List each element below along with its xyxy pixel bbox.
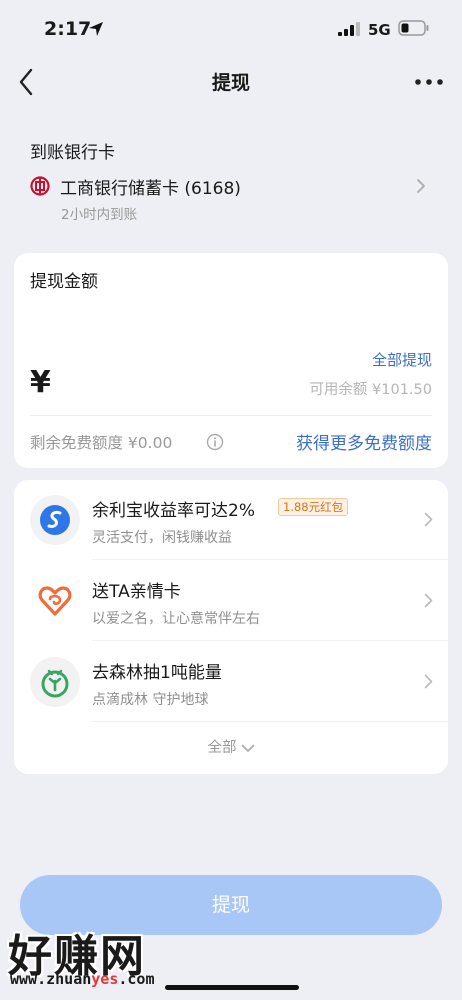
bank-card-selector[interactable]: 到账银行卡 工商银行储蓄卡 (6168) 2小时内到账 — [0, 126, 462, 236]
amount-card: 提现金额 ¥ 全部提现 可用余额 ¥101.50 剩余免费额度 ¥0.00 获得… — [14, 253, 448, 468]
network-label: 5G — [368, 21, 391, 39]
chevron-right-icon — [424, 674, 433, 689]
divider — [92, 559, 448, 560]
available-balance: 可用余额 ¥101.50 — [309, 382, 432, 398]
promo-subtitle: 以爱之名，让心意常伴左右 — [92, 611, 260, 627]
status-time: 2:17 — [44, 18, 92, 40]
chevron-right-icon — [417, 179, 425, 193]
promo-subtitle: 点滴成林 守护地球 — [92, 692, 209, 708]
amount-label: 提现金额 — [30, 272, 98, 292]
promo-badge: 1.88元红包 — [278, 498, 349, 516]
divider — [92, 721, 448, 722]
location-arrow-icon — [89, 22, 103, 36]
watermark-url-highlight: yes — [91, 970, 119, 988]
family-card-icon — [30, 576, 80, 626]
battery-icon — [398, 20, 429, 36]
get-more-free-link[interactable]: 获得更多免费额度 — [296, 429, 432, 454]
home-indicator[interactable] — [165, 985, 299, 990]
forest-icon — [30, 657, 80, 707]
amount-input[interactable]: ¥ — [30, 365, 51, 400]
icbc-logo-icon — [30, 176, 50, 196]
chevron-down-icon — [241, 744, 254, 752]
promo-title: 送TA亲情卡 — [92, 582, 181, 602]
watermark-url-suffix: .com — [118, 970, 155, 988]
show-all-label: 全部 — [207, 740, 237, 756]
more-icon[interactable] — [412, 72, 446, 92]
arrival-time: 2小时内到账 — [61, 207, 138, 223]
watermark-url: www.zhuanyes.com — [10, 970, 155, 988]
show-all-button[interactable]: 全部 — [14, 736, 448, 757]
divider — [30, 415, 432, 416]
promo-subtitle: 灵活支付，闲钱赚收益 — [92, 530, 232, 546]
promo-item-forest[interactable]: 去森林抽1吨能量 点滴成林 守护地球 — [14, 642, 448, 722]
info-icon[interactable] — [206, 433, 224, 451]
promo-item-yulibao[interactable]: 余利宝收益率可达2% 1.88元红包 灵活支付，闲钱赚收益 — [14, 480, 448, 560]
chevron-right-icon — [424, 593, 433, 608]
promo-item-family-card[interactable]: 送TA亲情卡 以爱之名，让心意常伴左右 — [14, 561, 448, 641]
watermark-url-prefix: www.zhuan — [10, 970, 92, 988]
chevron-right-icon — [424, 512, 433, 527]
free-quota-text: 剩余免费额度 ¥0.00 — [30, 434, 173, 452]
status-bar: 2:17 5G — [0, 0, 462, 60]
promo-title: 余利宝收益率可达2% — [92, 501, 255, 521]
bank-heading: 到账银行卡 — [30, 143, 115, 163]
promo-title: 去森林抽1吨能量 — [92, 663, 222, 683]
withdraw-all-link[interactable]: 全部提现 — [372, 349, 432, 370]
yulibao-icon — [30, 495, 80, 545]
page-title: 提现 — [211, 72, 250, 94]
signal-icon — [338, 22, 360, 36]
divider — [92, 640, 448, 641]
nav-bar: 提现 — [0, 60, 462, 106]
promo-card: 余利宝收益率可达2% 1.88元红包 灵活支付，闲钱赚收益 送TA亲情卡 以爱之… — [14, 480, 448, 774]
bank-name: 工商银行储蓄卡 (6168) — [60, 179, 241, 199]
